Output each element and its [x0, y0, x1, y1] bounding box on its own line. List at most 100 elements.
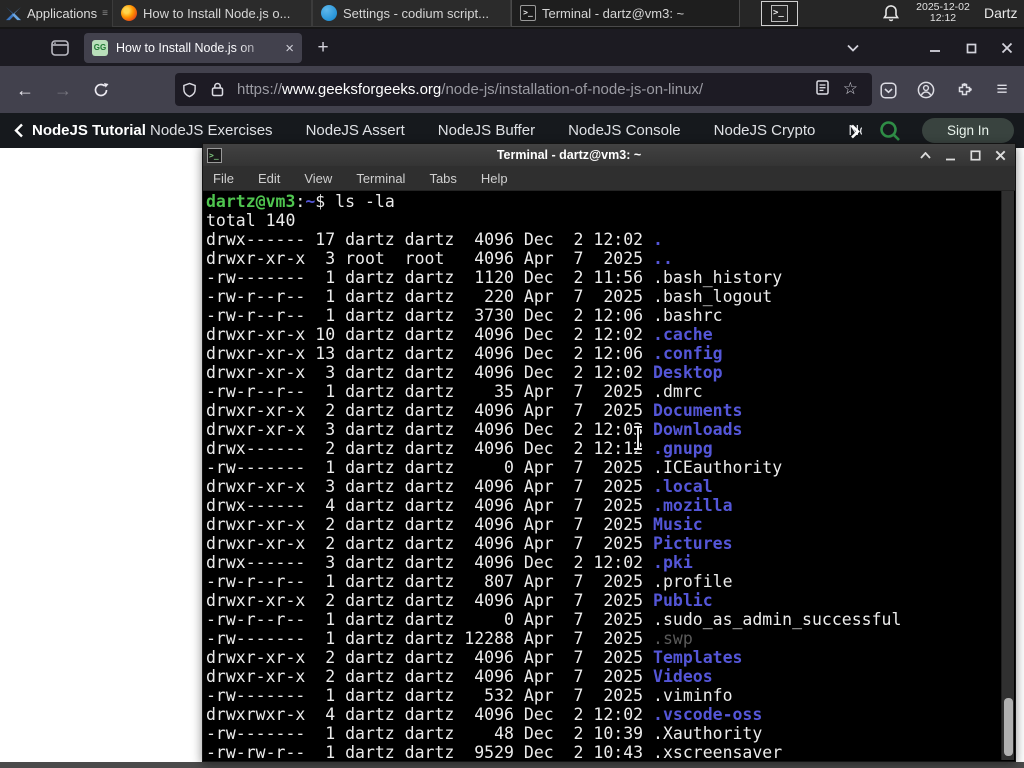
- terminal-window: >_ Terminal - dartz@vm3: ~ File Edit View T…: [202, 143, 1016, 762]
- nav-item[interactable]: NodeJS Exercises: [150, 122, 273, 139]
- ls-row: drwxr-xr-x 2 dartz dartz 4096 Apr 7 2025…: [206, 534, 733, 553]
- applications-menu[interactable]: Applications ≡: [0, 0, 112, 27]
- ls-row: -rw------- 1 dartz dartz 0 Apr 7 2025 .I…: [206, 458, 783, 477]
- ls-row: drwx------ 17 dartz dartz 4096 Dec 2 12:…: [206, 230, 663, 249]
- nav-item[interactable]: NodeJS Crypto: [714, 122, 816, 139]
- app-menu-hamburger-icon[interactable]: ≡: [988, 76, 1016, 104]
- terminal-icon: >_: [520, 5, 536, 21]
- panel-window-buttons: How to Install Node.js o... Settings - co…: [112, 0, 740, 27]
- url-bar[interactable]: https://www.geeksforgeeks.org/node-js/in…: [175, 73, 872, 106]
- ls-row: drwxr-xr-x 3 dartz dartz 4096 Dec 2 12:0…: [206, 363, 723, 382]
- terminal-scrollbar-thumb[interactable]: [1004, 698, 1013, 756]
- terminal-scrollbar[interactable]: [1001, 191, 1014, 760]
- extensions-puzzle-icon[interactable]: [950, 76, 978, 104]
- geeksforgeeks-favicon: GG: [92, 40, 108, 56]
- terminal-output[interactable]: dartz@vm3:~$ ls -la total 140 drwx------…: [204, 191, 1014, 760]
- ls-row: -rw-r--r-- 1 dartz dartz 0 Apr 7 2025 .s…: [206, 610, 902, 629]
- terminal-menubar: File Edit View Terminal Tabs Help: [203, 166, 1015, 191]
- window-maximize-icon[interactable]: [958, 36, 984, 60]
- ls-row: drwxrwxr-x 4 dartz dartz 4096 Dec 2 12:0…: [206, 705, 763, 724]
- nav-back-item[interactable]: NodeJS Tutorial: [14, 113, 146, 148]
- ls-row: drwxr-xr-x 10 dartz dartz 4096 Dec 2 12:…: [206, 325, 713, 344]
- bookmark-star-icon[interactable]: ☆: [843, 81, 858, 98]
- ls-row: drwx------ 4 dartz dartz 4096 Apr 7 2025…: [206, 496, 733, 515]
- forward-button[interactable]: →: [50, 77, 76, 103]
- window-close-icon[interactable]: [994, 36, 1020, 60]
- nav-item[interactable]: NodeJS Console: [568, 122, 681, 139]
- window-button-label: Settings - codium script...: [343, 5, 489, 21]
- ls-row: -rw-r--r-- 1 dartz dartz 3730 Dec 2 12:0…: [206, 306, 723, 325]
- terminal-glyph-icon: >_: [771, 5, 788, 22]
- nav-scroll-right-icon[interactable]: [843, 119, 867, 143]
- terminal-icon: >_: [207, 147, 222, 163]
- menu-lines-icon: ≡: [102, 8, 108, 19]
- ls-row: drwx------ 2 dartz dartz 4096 Dec 2 12:1…: [206, 439, 713, 458]
- terminal-shade-icon[interactable]: [916, 147, 934, 163]
- new-tab-button[interactable]: +: [310, 36, 336, 60]
- top-panel: Applications ≡ How to Install Node.js o.…: [0, 0, 1024, 29]
- firefox-toolbar: ← → https://www.geeksforgeeks.org/node-j…: [0, 66, 1024, 113]
- notification-bell-icon[interactable]: [880, 3, 902, 25]
- prompt-line: dartz@vm3:~$ ls -la: [206, 192, 395, 211]
- firefox-view-button[interactable]: [44, 36, 76, 60]
- browser-tab-active[interactable]: GG How to Install Node.js on ×: [84, 33, 302, 63]
- account-icon[interactable]: [912, 76, 940, 104]
- ls-row: -rw-r--r-- 1 dartz dartz 35 Apr 7 2025 .…: [206, 382, 703, 401]
- terminal-menu-file[interactable]: File: [213, 171, 234, 186]
- chevron-left-icon: [14, 123, 23, 138]
- tab-close-icon[interactable]: ×: [285, 41, 294, 56]
- terminal-menu-edit[interactable]: Edit: [258, 171, 280, 186]
- distro-logo-icon: [6, 6, 21, 21]
- nav-item[interactable]: NodeJS Assert: [306, 122, 405, 139]
- ls-row: -rw-rw-r-- 1 dartz dartz 9529 Dec 2 10:4…: [206, 743, 783, 760]
- ls-row: -rw-r--r-- 1 dartz dartz 220 Apr 7 2025 …: [206, 287, 773, 306]
- terminal-title: Terminal - dartz@vm3: ~: [496, 148, 642, 162]
- ls-row: drwxr-xr-x 3 root root 4096 Apr 7 2025 .…: [206, 249, 673, 268]
- ls-row: -rw------- 1 dartz dartz 1120 Dec 2 11:5…: [206, 268, 783, 287]
- panel-window-button-codium[interactable]: Settings - codium script...: [312, 0, 511, 27]
- list-all-tabs-icon[interactable]: [840, 36, 866, 60]
- window-button-label: Terminal - dartz@vm3: ~: [542, 5, 685, 21]
- ls-row: drwxr-xr-x 2 dartz dartz 4096 Apr 7 2025…: [206, 401, 743, 420]
- reader-view-icon[interactable]: [816, 80, 829, 99]
- terminal-close-icon[interactable]: [991, 147, 1009, 163]
- search-icon[interactable]: [878, 119, 902, 143]
- ls-row: drwxr-xr-x 2 dartz dartz 4096 Apr 7 2025…: [206, 591, 713, 610]
- desktop: Applications ≡ How to Install Node.js o.…: [0, 0, 1024, 768]
- nav-item[interactable]: NodeJS Buffer: [438, 122, 535, 139]
- ls-row: drwxr-xr-x 13 dartz dartz 4096 Dec 2 12:…: [206, 344, 723, 363]
- back-button[interactable]: ←: [12, 77, 38, 103]
- ls-row: -rw------- 1 dartz dartz 532 Apr 7 2025 …: [206, 686, 733, 705]
- firefox-icon: [121, 5, 137, 21]
- terminal-titlebar[interactable]: >_ Terminal - dartz@vm3: ~: [203, 144, 1015, 166]
- panel-window-button-firefox[interactable]: How to Install Node.js o...: [112, 0, 312, 27]
- pocket-icon[interactable]: [874, 76, 902, 104]
- terminal-menu-tabs[interactable]: Tabs: [429, 171, 456, 186]
- terminal-menu-terminal[interactable]: Terminal: [356, 171, 405, 186]
- tab-title: How to Install Node.js on: [116, 41, 255, 55]
- panel-window-button-terminal[interactable]: >_ Terminal - dartz@vm3: ~: [511, 0, 740, 27]
- terminal-menu-help[interactable]: Help: [481, 171, 508, 186]
- tray-terminal-icon[interactable]: >_: [761, 1, 798, 26]
- window-button-label: How to Install Node.js o...: [143, 5, 291, 21]
- reload-button[interactable]: [88, 77, 114, 103]
- panel-clock[interactable]: 2025-12-02 12:12: [906, 2, 980, 24]
- user-menu[interactable]: Dartz: [984, 5, 1017, 21]
- clock-time: 12:12: [929, 12, 957, 24]
- total-line: total 140: [206, 211, 296, 230]
- ls-row: drwxr-xr-x 3 dartz dartz 4096 Dec 2 12:0…: [206, 420, 743, 439]
- terminal-menu-view[interactable]: View: [304, 171, 332, 186]
- terminal-maximize-icon[interactable]: [966, 147, 984, 163]
- applications-label: Applications: [27, 6, 98, 21]
- lock-icon[interactable]: [203, 82, 231, 97]
- url-text: https://www.geeksforgeeks.org/node-js/in…: [237, 81, 704, 98]
- window-minimize-icon[interactable]: [922, 36, 948, 60]
- codium-icon: [321, 5, 337, 21]
- ls-row: drwxr-xr-x 2 dartz dartz 4096 Apr 7 2025…: [206, 515, 703, 534]
- firefox-tab-bar: GG How to Install Node.js on × +: [0, 29, 1024, 66]
- terminal-minimize-icon[interactable]: [941, 147, 959, 163]
- ls-row: drwxr-xr-x 2 dartz dartz 4096 Apr 7 2025…: [206, 648, 743, 667]
- shield-icon[interactable]: [175, 82, 203, 98]
- mouse-cursor-ibeam: [634, 425, 642, 451]
- sign-in-button[interactable]: Sign In: [922, 118, 1014, 143]
